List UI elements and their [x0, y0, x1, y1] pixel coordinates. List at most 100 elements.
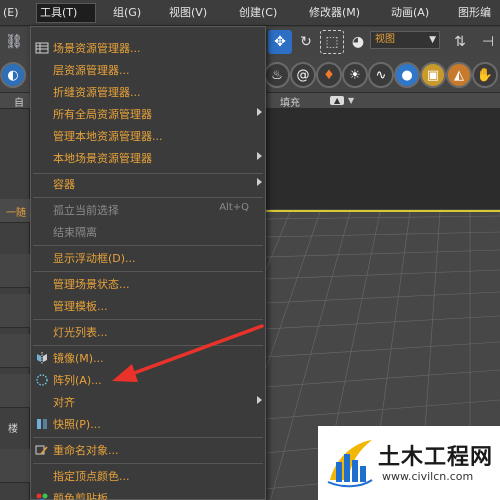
menu-item-label: 显示浮动框(D)... — [53, 252, 136, 265]
menu-bar: (E) 工具(T) 组(G) 视图(V) 创建(C) 修改器(M) 动画(A) … — [0, 0, 500, 26]
menu-item-manage-local-explorers[interactable]: 管理本地资源管理器... — [31, 125, 265, 147]
fire-icon[interactable]: ♦ — [316, 62, 342, 88]
menu-item-align[interactable]: 对齐 — [31, 391, 265, 413]
menu-item-containers[interactable]: 容器 — [31, 173, 265, 195]
submenu-arrow-icon — [257, 396, 262, 404]
chevron-down-icon[interactable]: ▼ — [348, 96, 354, 105]
mirror-icon — [37, 352, 47, 364]
panel-row[interactable] — [0, 254, 30, 288]
rotate-icon[interactable]: ↻ — [294, 30, 318, 54]
snapshot-icon — [37, 419, 47, 429]
watermark-url: www.civilcn.com — [382, 470, 474, 483]
bulb-icon[interactable]: ☀ — [342, 62, 368, 88]
watermark-logo: 土木工程网 www.civilcn.com — [318, 426, 500, 500]
pivot-icon[interactable]: ⇅ — [448, 30, 472, 54]
menu-item-label: 层资源管理器... — [53, 64, 130, 77]
menu-separator — [33, 463, 263, 464]
menu-item-label: 指定顶点颜色... — [53, 470, 130, 483]
menu-item-crease-explorer[interactable]: 折缝资源管理器... — [31, 81, 265, 103]
ribbon-toggle-icon[interactable]: ▲ — [330, 96, 345, 105]
menu-item-end-isolate[interactable]: 结束隔离 — [31, 221, 265, 243]
menu-tools[interactable]: 工具(T) — [36, 3, 96, 23]
chevron-down-icon: ▼ — [429, 35, 436, 45]
menu-item-label: 容器 — [53, 178, 75, 191]
menu-item-color-clipboard[interactable]: 颜色剪贴板... — [31, 487, 265, 500]
building-logo-icon — [327, 440, 373, 488]
menu-item-local-scene-explorers[interactable]: 本地场景资源管理器 — [31, 147, 265, 169]
reference-coordinate-select[interactable]: 视图 ▼ — [370, 31, 440, 49]
color-clipboard-icon — [36, 493, 48, 500]
menu-item-mirror[interactable]: 镜像(M)... — [31, 347, 265, 369]
menu-create[interactable]: 创建(C) — [236, 5, 280, 21]
menu-item-shortcut: Alt+Q — [219, 202, 249, 213]
menu-item-label: 场景资源管理器... — [53, 42, 141, 55]
table-icon — [35, 42, 49, 54]
reference-coordinate-value: 视图 — [375, 34, 395, 45]
menu-item-label: 镜像(M)... — [53, 352, 104, 365]
menu-animation[interactable]: 动画(A) — [388, 5, 432, 21]
menu-separator — [33, 245, 263, 246]
menu-item-label: 结束隔离 — [53, 226, 97, 239]
menu-graph-editors[interactable]: 图形编 — [455, 5, 494, 21]
submenu-arrow-icon — [257, 178, 262, 186]
menu-item-rename-objects[interactable]: 重命名对象... — [31, 439, 265, 461]
panel-row[interactable] — [0, 449, 30, 483]
water-drop-icon[interactable]: ● — [394, 62, 420, 88]
panel-row[interactable] — [0, 334, 30, 368]
menu-item-array[interactable]: 阵列(A)... — [31, 369, 265, 391]
teapot-icon[interactable]: ♨ — [264, 62, 290, 88]
menu-item-label: 快照(P)... — [53, 418, 101, 431]
menu-edit[interactable]: (E) — [0, 5, 22, 21]
globe-icon[interactable]: ◐ — [0, 62, 26, 88]
panel-header-label: 一随 — [6, 208, 26, 219]
mug-icon[interactable]: ▣ — [420, 62, 446, 88]
menu-item-label: 阵列(A)... — [53, 374, 102, 387]
menu-item-display-floater[interactable]: 显示浮动框(D)... — [31, 247, 265, 269]
menu-item-light-lister[interactable]: 灯光列表... — [31, 321, 265, 343]
menu-item-label: 对齐 — [53, 396, 75, 409]
menu-item-layer-explorer[interactable]: 层资源管理器... — [31, 59, 265, 81]
ribbon-label: 自 — [14, 98, 24, 109]
scale-icon[interactable]: ⬚ — [320, 30, 344, 54]
panel-row[interactable] — [0, 374, 30, 408]
watermark-title: 土木工程网 — [378, 445, 494, 470]
curve-icon[interactable]: ∿ — [368, 62, 394, 88]
panel-row[interactable] — [0, 294, 30, 328]
menu-item-manage-scene-states[interactable]: 管理场景状态... — [31, 273, 265, 295]
link-icon[interactable]: ⛓ — [2, 30, 26, 54]
menu-item-label: 管理本地资源管理器... — [53, 130, 163, 143]
menu-separator — [33, 345, 263, 346]
menu-item-label: 重命名对象... — [53, 444, 119, 457]
menu-item-snapshot[interactable]: 快照(P)... — [31, 413, 265, 435]
menu-views[interactable]: 视图(V) — [166, 5, 210, 21]
menu-item-scene-explorer[interactable]: 场景资源管理器... — [31, 37, 265, 59]
menu-separator — [33, 197, 263, 198]
rename-icon — [35, 445, 48, 455]
panel-row-label: 楼 — [8, 424, 18, 435]
spiral-icon[interactable]: @ — [290, 62, 316, 88]
menu-item-isolate-selection[interactable]: 孤立当前选择 Alt+Q — [31, 199, 265, 221]
menu-item-label: 折缝资源管理器... — [53, 86, 141, 99]
render-icon[interactable]: ◭ — [446, 62, 472, 88]
select-manipulate-icon[interactable]: ⊣ — [476, 30, 500, 54]
menu-item-label: 本地场景资源管理器 — [53, 152, 152, 165]
panel-header: 一随 — [0, 199, 30, 223]
place-icon[interactable]: ◕ — [346, 30, 370, 54]
menu-item-label: 颜色剪贴板... — [53, 492, 119, 500]
menu-item-manage-templates[interactable]: 管理模板... — [31, 295, 265, 317]
move-icon[interactable]: ✥ — [268, 30, 292, 54]
scene-explorer-panel: 一随 楼 — [0, 109, 30, 500]
menu-separator — [33, 437, 263, 438]
panel-row[interactable]: 楼 — [0, 414, 30, 442]
submenu-arrow-icon — [257, 108, 262, 116]
menu-item-label: 管理模板... — [53, 300, 108, 313]
menu-item-assign-vertex-colors[interactable]: 指定顶点颜色... — [31, 465, 265, 487]
submenu-arrow-icon — [257, 152, 262, 160]
ribbon-fill-tab[interactable]: 填充 — [280, 94, 300, 109]
menu-item-label: 管理场景状态... — [53, 278, 130, 291]
menu-item-all-global-explorers[interactable]: 所有全局资源管理器 — [31, 103, 265, 125]
menu-modifiers[interactable]: 修改器(M) — [306, 5, 363, 21]
hand-icon[interactable]: ✋ — [472, 62, 498, 88]
menu-group[interactable]: 组(G) — [110, 5, 144, 21]
menu-separator — [33, 271, 263, 272]
